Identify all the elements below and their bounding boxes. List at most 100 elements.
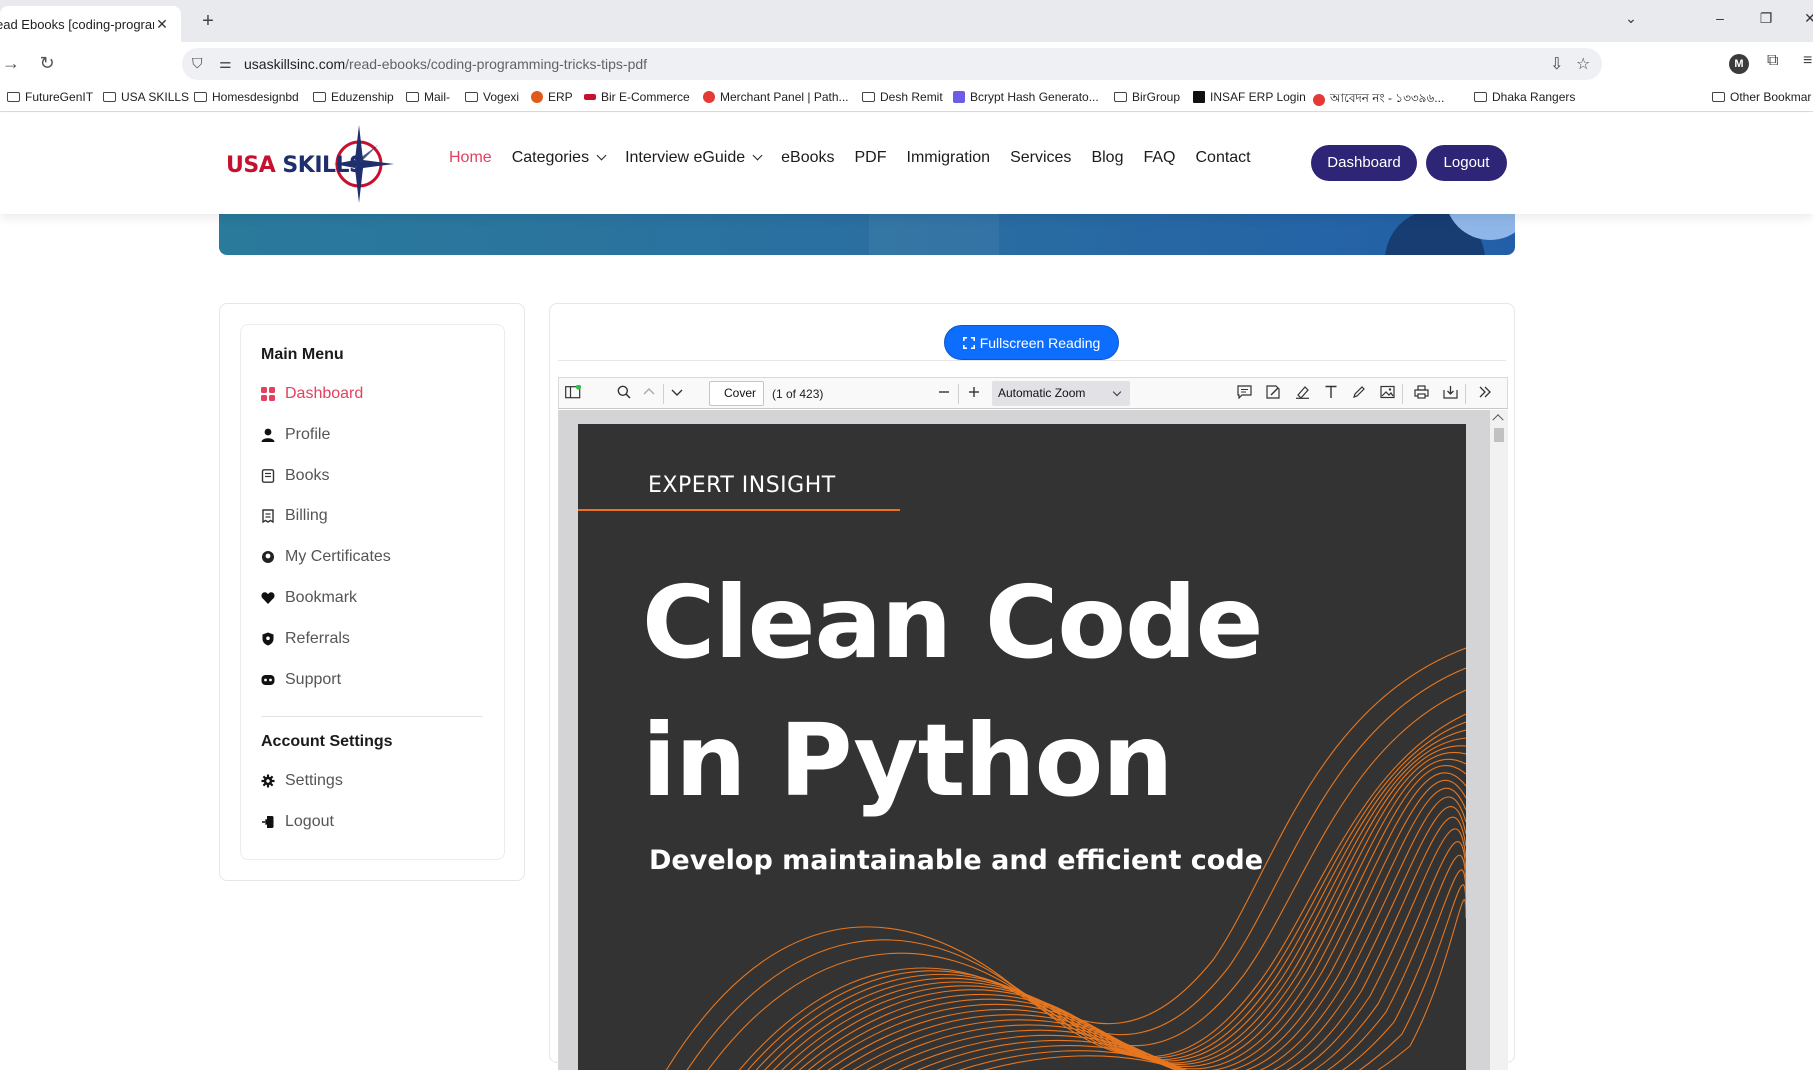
toolbar-separator — [663, 384, 664, 404]
browser-tab-active[interactable]: ead Ebooks [coding-programm ✕ — [0, 6, 181, 42]
page-number-input[interactable]: Cover — [709, 381, 764, 406]
scroll-up-icon[interactable] — [1492, 414, 1504, 426]
book-title: Clean Code in Python — [642, 554, 1263, 830]
bookmark-item[interactable]: ERP — [531, 90, 573, 104]
address-bar[interactable]: ⛉ ⚌ usaskillsinc.com/read-ebooks/coding-… — [182, 48, 1602, 80]
nav-blog[interactable]: Blog — [1091, 149, 1123, 167]
main-navigation: Home Categories Interview eGuide eBooks … — [449, 149, 1271, 167]
next-page-icon[interactable] — [667, 385, 687, 401]
bookmark-item[interactable]: Merchant Panel | Path... — [703, 90, 849, 104]
install-app-icon[interactable]: ⇩ — [1550, 54, 1563, 74]
fullscreen-reading-button[interactable]: Fullscreen Reading — [944, 325, 1119, 360]
sidebar-toggle-icon[interactable] — [563, 384, 583, 402]
image-icon[interactable] — [1377, 385, 1397, 402]
fullscreen-icon — [962, 336, 975, 349]
tools-menu-icon[interactable] — [1475, 385, 1495, 402]
search-icon[interactable] — [614, 385, 634, 402]
sidebar-item-billing[interactable]: Billing — [261, 507, 328, 525]
support-icon — [261, 675, 275, 685]
sidebar-item-dashboard[interactable]: Dashboard — [261, 385, 363, 403]
bookmark-item[interactable]: Bir E-Commerce — [584, 90, 690, 104]
sidebar-item-logout[interactable]: Logout — [261, 813, 334, 831]
sidebar-item-certificates[interactable]: My Certificates — [261, 548, 391, 566]
pdf-viewport[interactable]: EXPERT INSIGHT Clean Code in Python Deve… — [558, 410, 1508, 1070]
bookmark-item[interactable]: Vogexi — [465, 90, 519, 104]
highlight-icon[interactable] — [1292, 385, 1312, 402]
browser-tab-strip: ead Ebooks [coding-programm ✕ + ⌄ – ❐ ✕ — [0, 0, 1813, 42]
bookmark-item[interactable]: Eduzenship — [313, 90, 394, 104]
nav-faq[interactable]: FAQ — [1143, 149, 1175, 167]
sidebar-item-support[interactable]: Support — [261, 671, 341, 689]
logout-button[interactable]: Logout — [1426, 145, 1507, 181]
sidebar-item-referrals[interactable]: Referrals — [261, 630, 350, 648]
pdf-scrollbar[interactable] — [1490, 410, 1508, 1070]
download-icon[interactable] — [1440, 385, 1460, 402]
nav-categories[interactable]: Categories — [512, 149, 607, 167]
bookmark-item[interactable]: আবেদন নং - ১৩৩৯৬... — [1313, 90, 1444, 110]
nav-pdf[interactable]: PDF — [855, 149, 887, 167]
bookmark-item[interactable]: FutureGenIT — [7, 90, 93, 104]
menu-icon[interactable]: ≡ — [1803, 52, 1812, 70]
signature-icon[interactable] — [1263, 385, 1283, 402]
nav-services[interactable]: Services — [1010, 149, 1071, 167]
nav-ebooks[interactable]: eBooks — [781, 149, 834, 167]
print-icon[interactable] — [1411, 385, 1431, 402]
site-info-icon[interactable]: ⚌ — [219, 55, 232, 72]
profile-avatar[interactable]: M — [1729, 54, 1749, 74]
minimize-icon[interactable]: – — [1710, 10, 1730, 26]
bookmark-item[interactable]: Desh Remit — [862, 90, 943, 104]
tab-list-chevron-icon[interactable]: ⌄ — [1621, 10, 1641, 27]
zoom-select[interactable]: Automatic Zoom — [992, 381, 1130, 406]
zoom-out-icon[interactable] — [934, 385, 954, 401]
previous-page-icon[interactable] — [639, 385, 659, 401]
text-tool-icon[interactable] — [1321, 385, 1341, 402]
sidebar-divider — [261, 716, 483, 717]
bookmark-item[interactable]: Dhaka Rangers — [1474, 90, 1575, 104]
bookmark-item[interactable]: Mail- — [406, 90, 450, 104]
folder-icon — [103, 92, 116, 102]
sidebar-item-bookmark[interactable]: Bookmark — [261, 589, 357, 607]
bookmark-star-icon[interactable]: ☆ — [1576, 54, 1590, 74]
restore-icon[interactable]: ❐ — [1756, 10, 1776, 27]
reload-icon[interactable]: ↻ — [36, 53, 58, 74]
bookmark-item[interactable]: BirGroup — [1114, 90, 1180, 104]
forward-icon[interactable]: → — [0, 53, 22, 74]
sidebar-item-profile[interactable]: Profile — [261, 426, 330, 444]
erp-favicon-icon — [531, 91, 543, 103]
heart-icon — [261, 592, 275, 604]
nav-contact[interactable]: Contact — [1195, 149, 1250, 167]
sidebar-card: Main Menu Dashboard Profile Books Billin… — [219, 303, 525, 881]
bookmark-item[interactable]: Homesdesignbd — [194, 90, 299, 104]
extensions-icon[interactable]: ⧉ — [1767, 52, 1778, 70]
page-count: (1 of 423) — [772, 387, 824, 401]
folder-icon — [406, 92, 419, 102]
nav-home[interactable]: Home — [449, 149, 492, 167]
pathao-favicon-icon — [703, 91, 715, 103]
scrollbar-thumb[interactable] — [1494, 428, 1504, 442]
book-title-line: in Python — [642, 702, 1174, 819]
site-logo[interactable]: USA SKILLS — [226, 121, 394, 207]
folder-icon — [313, 92, 326, 102]
tab-close-icon[interactable]: ✕ — [154, 16, 170, 33]
site-security-icon[interactable]: ⛉ — [192, 55, 203, 72]
nav-immigration[interactable]: Immigration — [907, 149, 991, 167]
folder-icon — [1712, 92, 1725, 102]
sidebar-item-settings[interactable]: Settings — [261, 772, 343, 790]
comment-icon[interactable] — [1234, 385, 1254, 402]
url-text[interactable]: usaskillsinc.com/read-ebooks/coding-prog… — [244, 56, 647, 72]
bookmark-item[interactable]: Bcrypt Hash Generato... — [953, 90, 1099, 104]
zoom-in-icon[interactable] — [964, 385, 984, 401]
toolbar-separator — [1402, 384, 1403, 404]
sidebar-menu: Main Menu Dashboard Profile Books Billin… — [240, 324, 505, 860]
dashboard-button[interactable]: Dashboard — [1311, 145, 1417, 181]
toolbar-separator — [958, 384, 959, 404]
bookmark-item[interactable]: INSAF ERP Login — [1193, 90, 1306, 104]
new-tab-button[interactable]: + — [196, 10, 220, 33]
nav-interview-eguide[interactable]: Interview eGuide — [625, 149, 763, 167]
draw-icon[interactable] — [1349, 385, 1369, 402]
bookmark-item[interactable]: USA SKILLS — [103, 90, 189, 104]
other-bookmarks[interactable]: Other Bookmar — [1712, 90, 1811, 104]
folder-icon — [465, 92, 478, 102]
close-window-icon[interactable]: ✕ — [1800, 10, 1813, 27]
sidebar-item-books[interactable]: Books — [261, 467, 329, 485]
